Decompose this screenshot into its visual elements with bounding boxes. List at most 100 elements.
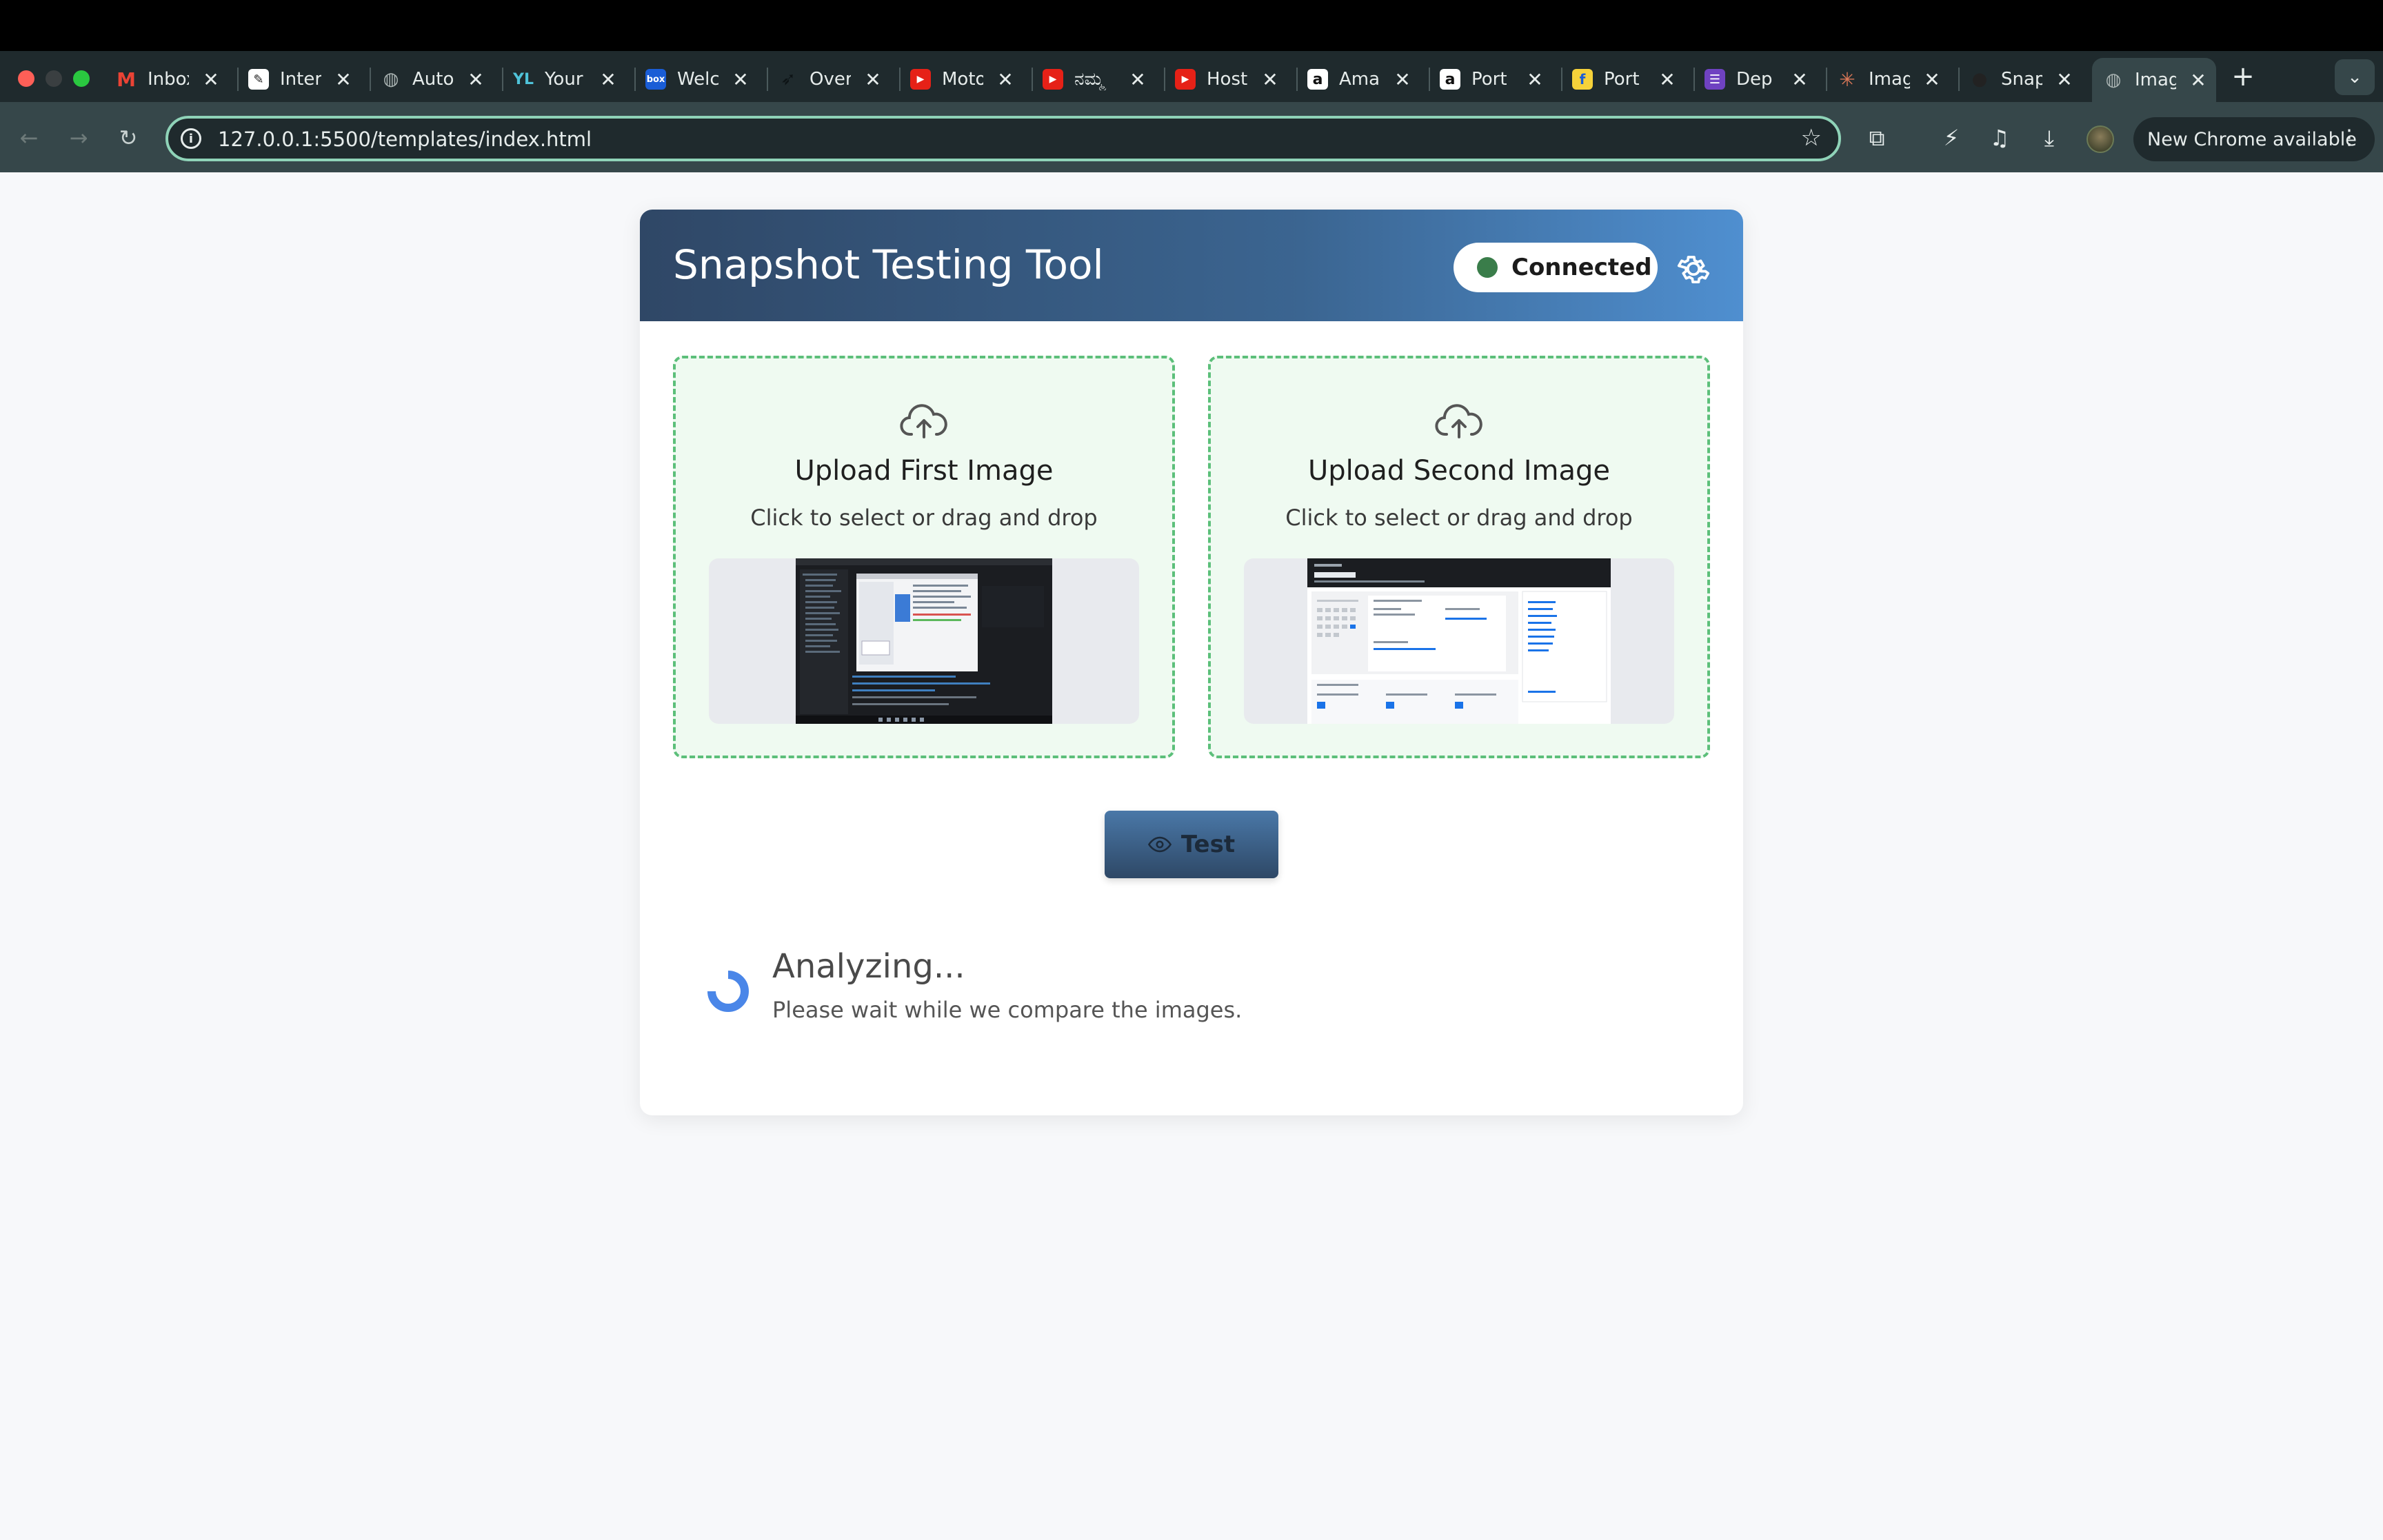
close-tab-icon[interactable]: ✕ bbox=[863, 68, 883, 91]
close-tab-icon[interactable]: ✕ bbox=[201, 68, 221, 91]
globe-icon: ◍ bbox=[383, 69, 399, 90]
analyzing-subtitle: Please wait while we compare the images. bbox=[772, 997, 1243, 1023]
tab-title: Welcome bbox=[677, 69, 718, 90]
reload-icon[interactable]: ↻ bbox=[113, 123, 143, 153]
upload-second-title: Upload Second Image bbox=[1307, 455, 1611, 487]
tab-host[interactable]: ▶ Host ✕ bbox=[1164, 59, 1280, 99]
close-tab-icon[interactable]: ✕ bbox=[1790, 68, 1809, 91]
amazon-icon: a bbox=[1440, 69, 1460, 90]
tab-title: Interview bbox=[280, 69, 321, 90]
tab-title: Imag bbox=[1869, 69, 1910, 90]
tab-title: Snap bbox=[2001, 69, 2042, 90]
update-label: New Chrome available bbox=[2147, 128, 2357, 150]
profile-avatar[interactable] bbox=[2087, 125, 2114, 153]
tab-dep[interactable]: ☰ Dep ✕ bbox=[1693, 59, 1809, 99]
loading-spinner-icon bbox=[707, 971, 749, 1012]
tab-interview[interactable]: ✎ Interview ✕ bbox=[237, 59, 353, 99]
close-tab-icon[interactable]: ✕ bbox=[1260, 68, 1280, 91]
tab-imag-claude[interactable]: ✳ Imag ✕ bbox=[1826, 59, 1942, 99]
tab-snap[interactable]: ● Snap ✕ bbox=[1958, 59, 2074, 99]
tab-title: ನಮ್ಮ bbox=[1074, 68, 1104, 90]
tab-title: Host bbox=[1207, 69, 1248, 90]
tab-auto[interactable]: ◍ Auto ✕ bbox=[370, 59, 485, 99]
first-image-preview bbox=[709, 558, 1139, 724]
tab-title: Amazon bbox=[1339, 69, 1380, 90]
close-tab-icon[interactable]: ✕ bbox=[2189, 69, 2208, 92]
first-image-thumbnail bbox=[796, 558, 1052, 724]
maximize-window-button[interactable] bbox=[73, 70, 90, 87]
upload-second-dropzone[interactable]: Upload Second Image Click to select or d… bbox=[1208, 356, 1710, 758]
close-window-button[interactable] bbox=[18, 70, 34, 87]
tab-search-button[interactable]: ⌄ bbox=[2335, 59, 2375, 95]
chrome-update-button[interactable]: New Chrome available ⋮ bbox=[2133, 117, 2375, 161]
tab-port-flipkart[interactable]: f Port ✕ bbox=[1561, 59, 1677, 99]
close-tab-icon[interactable]: ✕ bbox=[996, 68, 1015, 91]
new-tab-button[interactable]: + bbox=[2227, 61, 2259, 92]
settings-gear-icon[interactable] bbox=[1674, 250, 1713, 288]
tab-title: Inbox bbox=[148, 69, 189, 90]
second-image-preview bbox=[1244, 558, 1674, 724]
minimize-window-button[interactable] bbox=[46, 70, 62, 87]
app-card: Snapshot Testing Tool Connected Upload F… bbox=[640, 210, 1743, 1115]
tab-port-amazon[interactable]: a Port ✕ bbox=[1429, 59, 1545, 99]
youtube-icon: ▶ bbox=[910, 69, 931, 90]
media-controls-icon[interactable]: ♫ bbox=[1983, 121, 2016, 154]
status-text: Connected bbox=[1511, 254, 1652, 281]
forward-icon[interactable]: → bbox=[63, 123, 94, 153]
extensions-icon[interactable]: ⧉ bbox=[1860, 121, 1893, 154]
upload-second-subtitle: Click to select or drag and drop bbox=[1285, 505, 1633, 531]
close-tab-icon[interactable]: ✕ bbox=[466, 68, 485, 91]
address-bar[interactable]: i 127.0.0.1:5500/templates/index.html ☆ bbox=[165, 116, 1841, 161]
tab-title: Dep bbox=[1736, 69, 1773, 90]
performance-icon[interactable]: ⚡ bbox=[1935, 121, 1968, 154]
tab-namma[interactable]: ▶ ನಮ್ಮ ✕ bbox=[1032, 59, 1147, 99]
back-icon[interactable]: ← bbox=[14, 123, 44, 153]
close-tab-icon[interactable]: ✕ bbox=[1658, 68, 1677, 91]
tab-title: Port bbox=[1604, 69, 1640, 90]
upload-first-subtitle: Click to select or drag and drop bbox=[750, 505, 1098, 531]
close-tab-icon[interactable]: ✕ bbox=[731, 68, 750, 91]
tab-amazon[interactable]: a Amazon ✕ bbox=[1296, 59, 1412, 99]
youtube-icon: ▶ bbox=[1043, 69, 1063, 90]
list-icon: ☰ bbox=[1705, 69, 1725, 90]
status-badge: Connected bbox=[1454, 243, 1658, 292]
more-menu-icon[interactable]: ⋮ bbox=[2339, 125, 2360, 150]
yl-icon: YL bbox=[513, 70, 534, 88]
close-tab-icon[interactable]: ✕ bbox=[1525, 68, 1545, 91]
app-header: Snapshot Testing Tool Connected bbox=[640, 210, 1743, 321]
app-title: Snapshot Testing Tool bbox=[673, 241, 1104, 288]
test-button[interactable]: Test bbox=[1105, 811, 1278, 878]
claude-icon: ✳ bbox=[1839, 68, 1856, 91]
close-tab-icon[interactable]: ✕ bbox=[599, 68, 618, 91]
tab-your[interactable]: YL Your ✕ bbox=[502, 59, 618, 99]
url-text[interactable]: 127.0.0.1:5500/templates/index.html bbox=[218, 128, 592, 151]
close-tab-icon[interactable]: ✕ bbox=[334, 68, 353, 91]
bookmark-star-icon[interactable]: ☆ bbox=[1801, 124, 1822, 152]
analyzing-title: Analyzing... bbox=[772, 947, 965, 986]
tab-imag-active[interactable]: ◍ Imag ✕ bbox=[2092, 58, 2216, 102]
tab-title: Imag bbox=[2135, 70, 2176, 90]
github-icon: ● bbox=[1971, 69, 1988, 90]
upload-first-dropzone[interactable]: Upload First Image Click to select or dr… bbox=[673, 356, 1175, 758]
tab-title: Port bbox=[1471, 69, 1507, 90]
status-indicator-dot bbox=[1477, 257, 1498, 278]
close-tab-icon[interactable]: ✕ bbox=[1128, 68, 1147, 91]
box-icon: box bbox=[645, 69, 666, 90]
site-info-icon[interactable]: i bbox=[181, 128, 201, 149]
tab-moto[interactable]: ▶ Moto ✕ bbox=[899, 59, 1015, 99]
close-tab-icon[interactable]: ✕ bbox=[1922, 68, 1942, 91]
tab-welcome[interactable]: box Welcome ✕ bbox=[634, 59, 750, 99]
notes-icon: ✎ bbox=[248, 69, 269, 90]
youtube-icon: ▶ bbox=[1175, 69, 1196, 90]
globe-icon: ◍ bbox=[2105, 70, 2122, 90]
bird-icon: ➶ bbox=[781, 69, 796, 90]
amazon-icon: a bbox=[1307, 69, 1328, 90]
downloads-icon[interactable]: ⤓ bbox=[2033, 121, 2066, 154]
tab-overview[interactable]: ➶ Overview ✕ bbox=[767, 59, 883, 99]
cloud-upload-icon bbox=[1435, 404, 1482, 438]
flipkart-icon: f bbox=[1572, 69, 1593, 90]
tab-title: Overview bbox=[810, 69, 851, 90]
close-tab-icon[interactable]: ✕ bbox=[2055, 68, 2074, 91]
tab-inbox[interactable]: M Inbox ✕ bbox=[105, 59, 221, 99]
close-tab-icon[interactable]: ✕ bbox=[1393, 68, 1412, 91]
